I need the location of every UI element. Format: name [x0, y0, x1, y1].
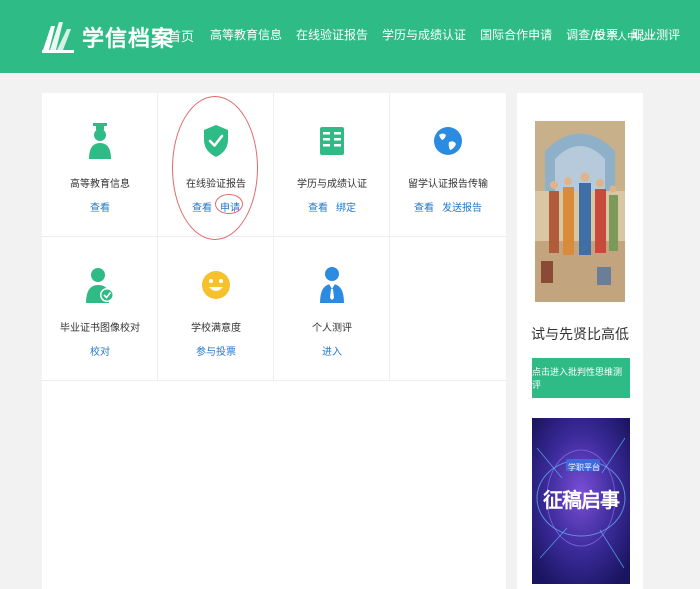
service-degree-certification: 学历与成绩认证 查看 绑定	[274, 93, 390, 237]
globe-icon	[431, 121, 465, 161]
logo-text: 学信档案	[82, 27, 175, 52]
document-icon	[315, 121, 349, 161]
service-links: 参与投票	[158, 343, 274, 358]
service-online-verification: 在线验证报告 查看 申请	[158, 93, 274, 237]
service-diploma-image-check: 毕业证书图像校对 校对	[42, 237, 158, 381]
empty-cell	[390, 237, 506, 381]
service-title: 学校满意度	[191, 323, 241, 334]
shield-check-icon	[199, 121, 233, 161]
service-study-abroad-transmission: 留学认证报告传输 查看 发送报告	[390, 93, 506, 237]
user-icon	[595, 31, 604, 40]
service-links: 查看 申请	[158, 199, 274, 214]
user-center-menu[interactable]: 个人中心 ▾	[595, 28, 654, 43]
poster-tag: 学职平台	[568, 463, 600, 472]
site-logo[interactable]: 学信档案	[40, 18, 174, 56]
service-personal-assessment: 个人测评 进入	[274, 237, 390, 381]
view-link[interactable]: 查看	[90, 203, 110, 214]
service-links: 校对	[42, 343, 158, 358]
nav-online-verification[interactable]: 在线验证报告	[296, 26, 368, 45]
service-title: 高等教育信息	[70, 179, 130, 190]
services-panel: 高等教育信息 查看 在线验证报告 查看 申请 学历与成绩认证 查看 绑定 留学认…	[42, 93, 506, 589]
smiley-icon	[199, 265, 233, 305]
call-for-papers-banner[interactable]: 学职平台 征稿启事	[532, 418, 630, 584]
send-report-link[interactable]: 发送报告	[442, 203, 482, 214]
graduate-icon	[83, 121, 117, 161]
sidebar: 试与先贤比高低 点击进入批判性思维测评 学职平台 征稿启事	[517, 93, 643, 589]
sidebar-title: 试与先贤比高低	[531, 327, 629, 343]
nav-higher-education[interactable]: 高等教育信息	[210, 26, 282, 45]
nav-international-cooperation[interactable]: 国际合作申请	[480, 26, 552, 45]
service-title: 个人测评	[312, 323, 352, 334]
businessman-icon	[315, 265, 349, 305]
view-link[interactable]: 查看	[192, 203, 212, 214]
service-links: 查看 发送报告	[390, 199, 506, 214]
apply-link[interactable]: 申请	[220, 203, 240, 214]
caret-down-icon: ▾	[650, 31, 654, 40]
service-title: 在线验证报告	[186, 179, 246, 190]
service-title: 学历与成绩认证	[297, 179, 367, 190]
bind-link[interactable]: 绑定	[336, 203, 356, 214]
view-link[interactable]: 查看	[308, 203, 328, 214]
nav-home[interactable]: 首页	[168, 26, 194, 45]
service-school-satisfaction: 学校满意度 参与投票	[158, 237, 274, 381]
service-higher-education: 高等教育信息 查看	[42, 93, 158, 237]
vote-link[interactable]: 参与投票	[196, 347, 236, 358]
book-logo-icon	[42, 22, 74, 53]
service-grid: 高等教育信息 查看 在线验证报告 查看 申请 学历与成绩认证 查看 绑定 留学认…	[42, 93, 506, 381]
top-header: 学信档案 首页 高等教育信息 在线验证报告 学历与成绩认证 国际合作申请 调查/…	[0, 0, 700, 73]
view-link[interactable]: 查看	[414, 203, 434, 214]
user-check-icon	[83, 265, 117, 305]
user-center-label: 个人中心	[607, 32, 647, 43]
service-links: 进入	[274, 343, 390, 358]
enter-link[interactable]: 进入	[322, 347, 342, 358]
school-of-athens-image[interactable]	[535, 121, 625, 302]
service-title: 毕业证书图像校对	[60, 323, 140, 334]
check-link[interactable]: 校对	[90, 347, 110, 358]
service-links: 查看 绑定	[274, 199, 390, 214]
service-links: 查看	[42, 199, 158, 214]
nav-degree-certification[interactable]: 学历与成绩认证	[382, 26, 466, 45]
critical-thinking-test-button[interactable]: 点击进入批判性思维测评	[532, 358, 630, 398]
poster-title: 征稿启事	[543, 488, 620, 512]
service-title: 留学认证报告传输	[408, 179, 488, 190]
